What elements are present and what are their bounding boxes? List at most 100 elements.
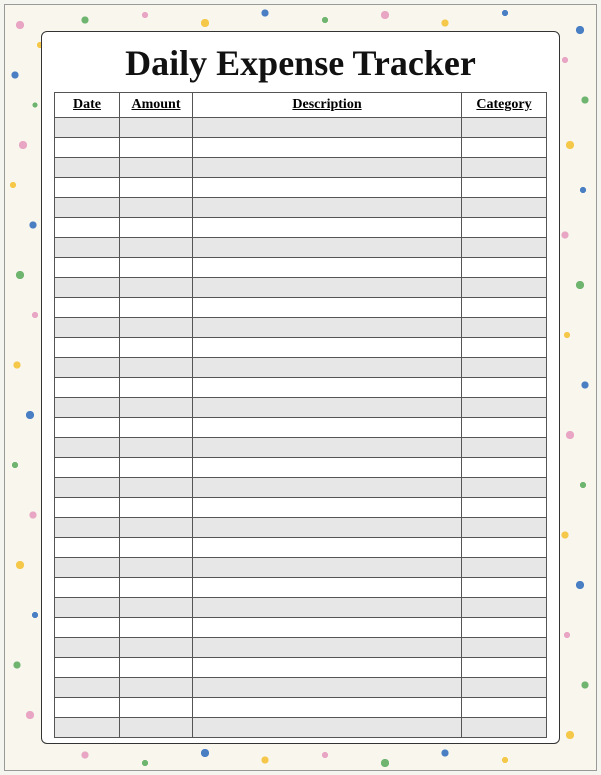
cell-date [55,398,120,418]
cell-date [55,338,120,358]
cell-date [55,198,120,218]
cell-description [193,438,462,458]
cell-amount [120,238,193,258]
cell-date [55,578,120,598]
cell-date [55,498,120,518]
header-row: Date Amount Description Category [55,93,547,118]
table-row [55,618,547,638]
cell-description [193,558,462,578]
cell-category [462,698,547,718]
cell-date [55,418,120,438]
cell-description [193,198,462,218]
cell-category [462,298,547,318]
cell-description [193,378,462,398]
cell-description [193,398,462,418]
cell-category [462,138,547,158]
cell-category [462,598,547,618]
cell-amount [120,118,193,138]
table-row [55,198,547,218]
cell-date [55,158,120,178]
table-row [55,178,547,198]
cell-category [462,358,547,378]
cell-date [55,138,120,158]
cell-category [462,118,547,138]
cell-description [193,298,462,318]
cell-amount [120,518,193,538]
cell-description [193,118,462,138]
table-row [55,258,547,278]
cell-category [462,258,547,278]
cell-date [55,298,120,318]
cell-date [55,118,120,138]
cell-description [193,238,462,258]
cell-date [55,178,120,198]
cell-amount [120,538,193,558]
cell-category [462,418,547,438]
table-row [55,678,547,698]
expense-table: Date Amount Description Category [54,92,547,738]
cell-description [193,498,462,518]
cell-description [193,358,462,378]
cell-category [462,398,547,418]
table-row [55,218,547,238]
cell-date [55,518,120,538]
cell-description [193,678,462,698]
table-row [55,498,547,518]
col-header-amount: Amount [120,93,193,118]
cell-date [55,438,120,458]
cell-date [55,458,120,478]
table-row [55,138,547,158]
cell-description [193,478,462,498]
table-row [55,558,547,578]
table-row [55,458,547,478]
table-row [55,158,547,178]
table-row [55,658,547,678]
cell-date [55,698,120,718]
table-row [55,398,547,418]
table-row [55,338,547,358]
table-row [55,718,547,738]
cell-category [462,458,547,478]
cell-category [462,438,547,458]
cell-amount [120,358,193,378]
table-row [55,438,547,458]
cell-amount [120,498,193,518]
cell-date [55,358,120,378]
table-row [55,378,547,398]
cell-date [55,538,120,558]
cell-amount [120,578,193,598]
cell-description [193,338,462,358]
table-row [55,698,547,718]
cell-description [193,698,462,718]
cell-category [462,578,547,598]
cell-description [193,218,462,238]
table-row [55,538,547,558]
cell-date [55,238,120,258]
cell-amount [120,258,193,278]
cell-description [193,598,462,618]
cell-date [55,718,120,738]
table-row [55,578,547,598]
cell-category [462,238,547,258]
cell-description [193,458,462,478]
table-row [55,118,547,138]
cell-description [193,418,462,438]
cell-amount [120,378,193,398]
cell-description [193,618,462,638]
cell-amount [120,298,193,318]
cell-category [462,278,547,298]
cell-category [462,638,547,658]
cell-category [462,538,547,558]
floral-border: Daily Expense Tracker Date Amount Descri… [4,4,597,771]
table-row [55,358,547,378]
cell-description [193,158,462,178]
cell-description [193,258,462,278]
cell-description [193,658,462,678]
cell-description [193,518,462,538]
cell-amount [120,478,193,498]
cell-category [462,378,547,398]
cell-description [193,178,462,198]
cell-category [462,158,547,178]
cell-category [462,558,547,578]
col-header-description: Description [193,93,462,118]
